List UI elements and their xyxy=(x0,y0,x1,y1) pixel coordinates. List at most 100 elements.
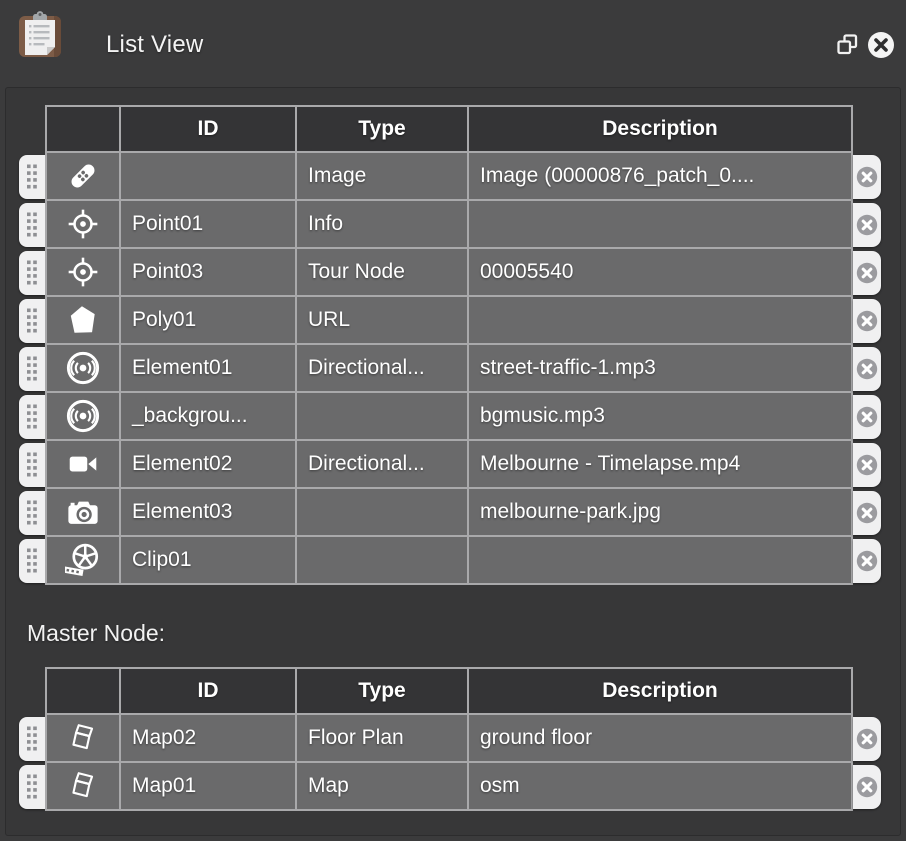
delete-row-button[interactable] xyxy=(853,765,881,809)
point-icon xyxy=(66,207,100,241)
row-icon-cell[interactable] xyxy=(45,441,121,489)
delete-row-button[interactable] xyxy=(853,299,881,343)
row-type[interactable]: Map xyxy=(297,763,469,811)
map-icon xyxy=(66,769,100,803)
row-id[interactable]: Point03 xyxy=(121,249,297,297)
row-icon-cell[interactable] xyxy=(45,489,121,537)
row-id[interactable]: Element02 xyxy=(121,441,297,489)
drag-handle[interactable] xyxy=(19,539,45,583)
row-description[interactable]: bgmusic.mp3 xyxy=(469,393,853,441)
delete-row-button[interactable] xyxy=(853,443,881,487)
video-icon xyxy=(66,447,100,481)
header-spacer xyxy=(853,667,881,715)
map-icon xyxy=(66,721,100,755)
list-row: Point03 Tour Node 00005540 xyxy=(19,249,881,297)
row-description[interactable]: osm xyxy=(469,763,853,811)
row-type[interactable]: Directional... xyxy=(297,441,469,489)
row-description[interactable] xyxy=(469,297,853,345)
drag-handle[interactable] xyxy=(19,491,45,535)
window-buttons xyxy=(833,30,895,59)
row-icon-cell[interactable] xyxy=(45,153,121,201)
sound-icon xyxy=(65,350,101,386)
list-header-row: ID Type Description xyxy=(19,105,881,153)
row-id[interactable]: Poly01 xyxy=(121,297,297,345)
list-header-icon-col xyxy=(45,105,121,153)
row-type[interactable]: Image xyxy=(297,153,469,201)
drag-handle[interactable] xyxy=(19,251,45,295)
row-description[interactable]: Melbourne - Timelapse.mp4 xyxy=(469,441,853,489)
row-type[interactable]: Info xyxy=(297,201,469,249)
row-icon-cell[interactable] xyxy=(45,249,121,297)
list-header-description[interactable]: Description xyxy=(469,105,853,153)
row-type[interactable]: Directional... xyxy=(297,345,469,393)
row-type[interactable] xyxy=(297,393,469,441)
row-description[interactable]: 00005540 xyxy=(469,249,853,297)
list-header-id[interactable]: ID xyxy=(121,105,297,153)
master-row: Map01 Map osm xyxy=(19,763,881,811)
list-row: _backgrou... bgmusic.mp3 xyxy=(19,393,881,441)
row-description[interactable]: ground floor xyxy=(469,715,853,763)
patch-icon xyxy=(66,159,100,193)
row-type[interactable] xyxy=(297,489,469,537)
delete-row-button[interactable] xyxy=(853,251,881,295)
drag-handle[interactable] xyxy=(19,443,45,487)
row-description[interactable]: street-traffic-1.mp3 xyxy=(469,345,853,393)
list-table: ID Type Description Image Image (0000087… xyxy=(19,105,881,585)
drag-handle[interactable] xyxy=(19,395,45,439)
drag-handle[interactable] xyxy=(19,765,45,809)
delete-row-button[interactable] xyxy=(853,491,881,535)
row-type[interactable]: Floor Plan xyxy=(297,715,469,763)
drag-handle[interactable] xyxy=(19,203,45,247)
drag-handle[interactable] xyxy=(19,717,45,761)
row-type[interactable]: Tour Node xyxy=(297,249,469,297)
delete-row-button[interactable] xyxy=(853,155,881,199)
row-type[interactable]: URL xyxy=(297,297,469,345)
row-id[interactable]: Point01 xyxy=(121,201,297,249)
master-row: Map02 Floor Plan ground floor xyxy=(19,715,881,763)
list-row: Clip01 xyxy=(19,537,881,585)
master-header-description[interactable]: Description xyxy=(469,667,853,715)
master-header-row: ID Type Description xyxy=(19,667,881,715)
delete-row-button[interactable] xyxy=(853,395,881,439)
header-spacer xyxy=(853,105,881,153)
master-header-type[interactable]: Type xyxy=(297,667,469,715)
row-id[interactable]: Element03 xyxy=(121,489,297,537)
row-icon-cell[interactable] xyxy=(45,201,121,249)
drag-handle[interactable] xyxy=(19,155,45,199)
row-description[interactable]: melbourne-park.jpg xyxy=(469,489,853,537)
row-icon-cell[interactable] xyxy=(45,537,121,585)
remove-icon xyxy=(856,406,878,428)
drag-handle[interactable] xyxy=(19,347,45,391)
master-header-id[interactable]: ID xyxy=(121,667,297,715)
header-spacer xyxy=(19,105,45,153)
row-id[interactable]: Map02 xyxy=(121,715,297,763)
row-icon-cell[interactable] xyxy=(45,345,121,393)
row-id[interactable]: _backgrou... xyxy=(121,393,297,441)
row-type[interactable] xyxy=(297,537,469,585)
row-icon-cell[interactable] xyxy=(45,297,121,345)
row-icon-cell[interactable] xyxy=(45,715,121,763)
row-icon-cell[interactable] xyxy=(45,763,121,811)
delete-row-button[interactable] xyxy=(853,347,881,391)
row-id[interactable]: Map01 xyxy=(121,763,297,811)
delete-row-button[interactable] xyxy=(853,717,881,761)
drag-handle[interactable] xyxy=(19,299,45,343)
sound-icon xyxy=(65,398,101,434)
row-description[interactable]: Image (00000876_patch_0.... xyxy=(469,153,853,201)
clipboard-icon xyxy=(14,9,66,61)
list-row: Element01 Directional... street-traffic-… xyxy=(19,345,881,393)
row-id[interactable]: Element01 xyxy=(121,345,297,393)
row-description[interactable] xyxy=(469,201,853,249)
row-description[interactable] xyxy=(469,537,853,585)
list-row: Element03 melbourne-park.jpg xyxy=(19,489,881,537)
list-header-type[interactable]: Type xyxy=(297,105,469,153)
list-row: Poly01 URL xyxy=(19,297,881,345)
delete-row-button[interactable] xyxy=(853,203,881,247)
row-id[interactable]: Clip01 xyxy=(121,537,297,585)
close-icon[interactable] xyxy=(866,30,895,59)
panel-body: ID Type Description Image Image (0000087… xyxy=(5,87,901,836)
row-icon-cell[interactable] xyxy=(45,393,121,441)
detach-window-icon[interactable] xyxy=(833,30,862,59)
row-id[interactable] xyxy=(121,153,297,201)
delete-row-button[interactable] xyxy=(853,539,881,583)
